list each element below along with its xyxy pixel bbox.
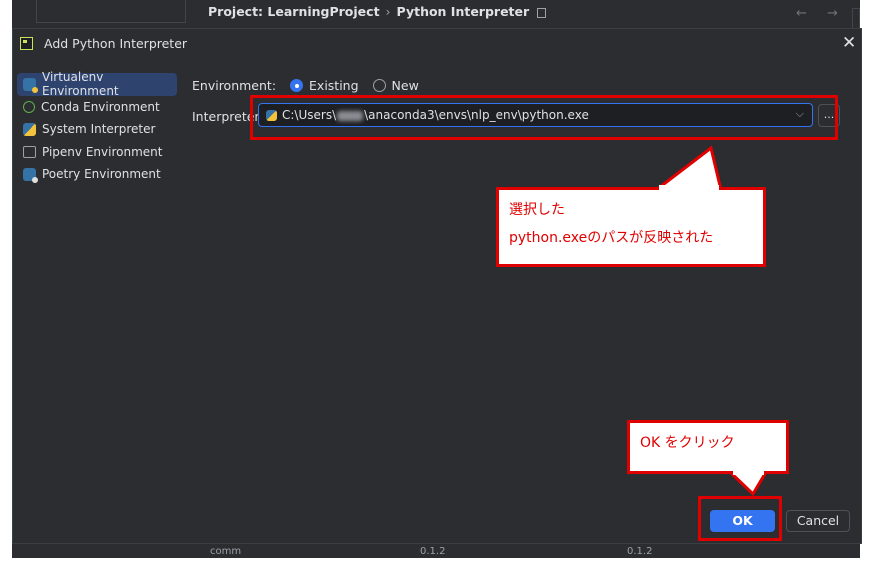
callout-text: OK をクリック [640,435,735,451]
click-ok-callout: OK をクリック [627,420,789,474]
callout-tails [651,145,769,497]
path-updated-callout: 選択した python.exeのパスが反映された [496,187,766,267]
callout-tail-join-2 [733,469,764,475]
callout-tail-join-1 [659,185,719,191]
callout-line-2: python.exeのパスが反映された [509,230,714,246]
callout-line-1: 選択した [509,202,565,218]
